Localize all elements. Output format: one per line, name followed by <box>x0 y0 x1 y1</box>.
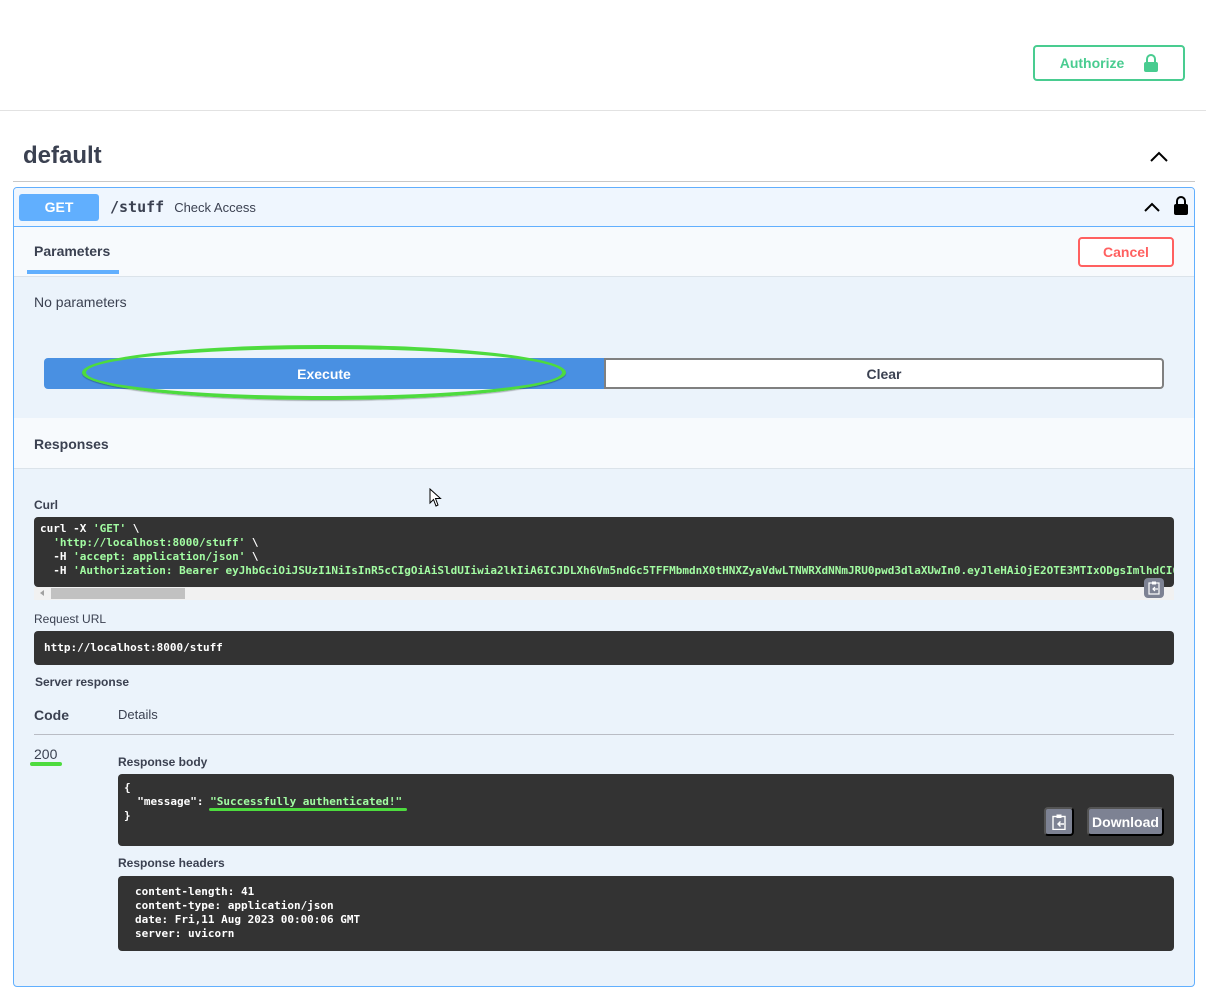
code-column-header: Code <box>34 707 69 723</box>
clipboard-icon <box>1052 814 1066 830</box>
curl-text: -H <box>40 564 74 577</box>
curl-text: curl -X <box>40 522 93 535</box>
parameters-bar: Parameters Cancel <box>14 227 1194 277</box>
json-brace: } <box>124 809 131 822</box>
curl-label: Curl <box>34 498 58 512</box>
scroll-left-arrow-icon[interactable] <box>40 590 44 596</box>
curl-line: -H 'accept: application/json' \ <box>40 550 1168 564</box>
curl-text: \ <box>245 536 259 549</box>
active-tab-indicator <box>27 270 119 274</box>
curl-text: \ <box>245 550 259 563</box>
responses-bar: Responses <box>14 418 1194 469</box>
authorize-label: Authorize <box>1059 55 1125 71</box>
tab-parameters[interactable]: Parameters <box>34 243 110 259</box>
curl-text: -H <box>40 550 74 563</box>
header-line: content-length: 41 <box>135 885 255 898</box>
json-line: "message": "Successfully authenticated!" <box>124 795 1168 809</box>
scrollbar-thumb[interactable] <box>51 588 185 599</box>
chevron-up-icon[interactable] <box>1149 150 1169 162</box>
curl-text: \ <box>126 522 140 535</box>
json-brace: { <box>124 781 131 794</box>
request-url-block[interactable]: http://localhost:8000/stuff <box>34 631 1174 665</box>
header-line: server: uvicorn <box>135 927 235 940</box>
clear-button[interactable]: Clear <box>604 358 1164 389</box>
curl-string: 'accept: application/json' <box>73 550 246 563</box>
execute-button[interactable]: Execute <box>44 358 604 389</box>
header-line: date: Fri,11 Aug 2023 00:00:06 GMT <box>135 913 361 926</box>
curl-horizontal-scrollbar[interactable] <box>34 587 1174 600</box>
response-body-label: Response body <box>118 755 208 769</box>
operation-summary[interactable]: GET /stuff Check Access <box>14 188 1194 227</box>
curl-code-block[interactable]: curl -X 'GET' \ 'http://localhost:8000/s… <box>34 517 1174 587</box>
cancel-button[interactable]: Cancel <box>1078 237 1174 267</box>
curl-string: 'http://localhost:8000/stuff' <box>53 536 246 549</box>
json-value: "Successfully authenticated!" <box>210 795 403 808</box>
response-headers-block[interactable]: content-length: 41 content-type: applicat… <box>118 876 1174 951</box>
curl-line: 'http://localhost:8000/stuff' \ <box>40 536 1168 550</box>
clipboard-icon <box>1148 581 1160 595</box>
top-bar: Authorize <box>0 0 1206 111</box>
tag-section-header[interactable]: default <box>13 130 1195 182</box>
curl-string: 'Authorization: Bearer eyJhbGciOiJSUzI1N… <box>73 564 1174 577</box>
table-divider <box>34 734 1174 735</box>
curl-line: -H 'Authorization: Bearer eyJhbGciOiJSUz… <box>40 564 1174 578</box>
status-code: 200 <box>34 746 58 762</box>
curl-line: curl -X 'GET' \ <box>40 522 1168 536</box>
annotation-underline-message <box>209 808 407 811</box>
request-url-label: Request URL <box>34 612 107 626</box>
download-button[interactable]: Download <box>1087 807 1164 836</box>
responses-title: Responses <box>34 436 109 452</box>
copy-curl-button[interactable] <box>1144 578 1164 598</box>
lock-icon[interactable] <box>1174 196 1188 215</box>
curl-text <box>40 536 53 549</box>
authorize-button[interactable]: Authorize <box>1033 45 1185 81</box>
response-headers-label: Response headers <box>118 856 225 870</box>
chevron-up-icon[interactable] <box>1142 200 1162 212</box>
curl-string: 'GET' <box>92 522 127 535</box>
execute-wrapper: Execute Clear <box>44 358 1164 389</box>
tag-title: default <box>23 141 102 169</box>
mouse-cursor-icon <box>429 488 442 507</box>
operation-summary-text: Check Access <box>174 199 256 215</box>
annotation-underline-status <box>30 762 62 766</box>
operation-path: /stuff <box>110 198 165 216</box>
copy-response-button[interactable] <box>1044 807 1074 836</box>
lock-icon <box>1144 54 1159 72</box>
details-column-header: Details <box>118 707 158 722</box>
no-parameters-text: No parameters <box>34 294 127 310</box>
method-badge: GET <box>19 193 99 221</box>
server-response-label: Server response <box>35 675 130 689</box>
json-key: "message": <box>124 795 211 808</box>
operation-block: GET /stuff Check Access Parameters Cance… <box>13 187 1195 987</box>
header-line: content-type: application/json <box>135 899 334 912</box>
